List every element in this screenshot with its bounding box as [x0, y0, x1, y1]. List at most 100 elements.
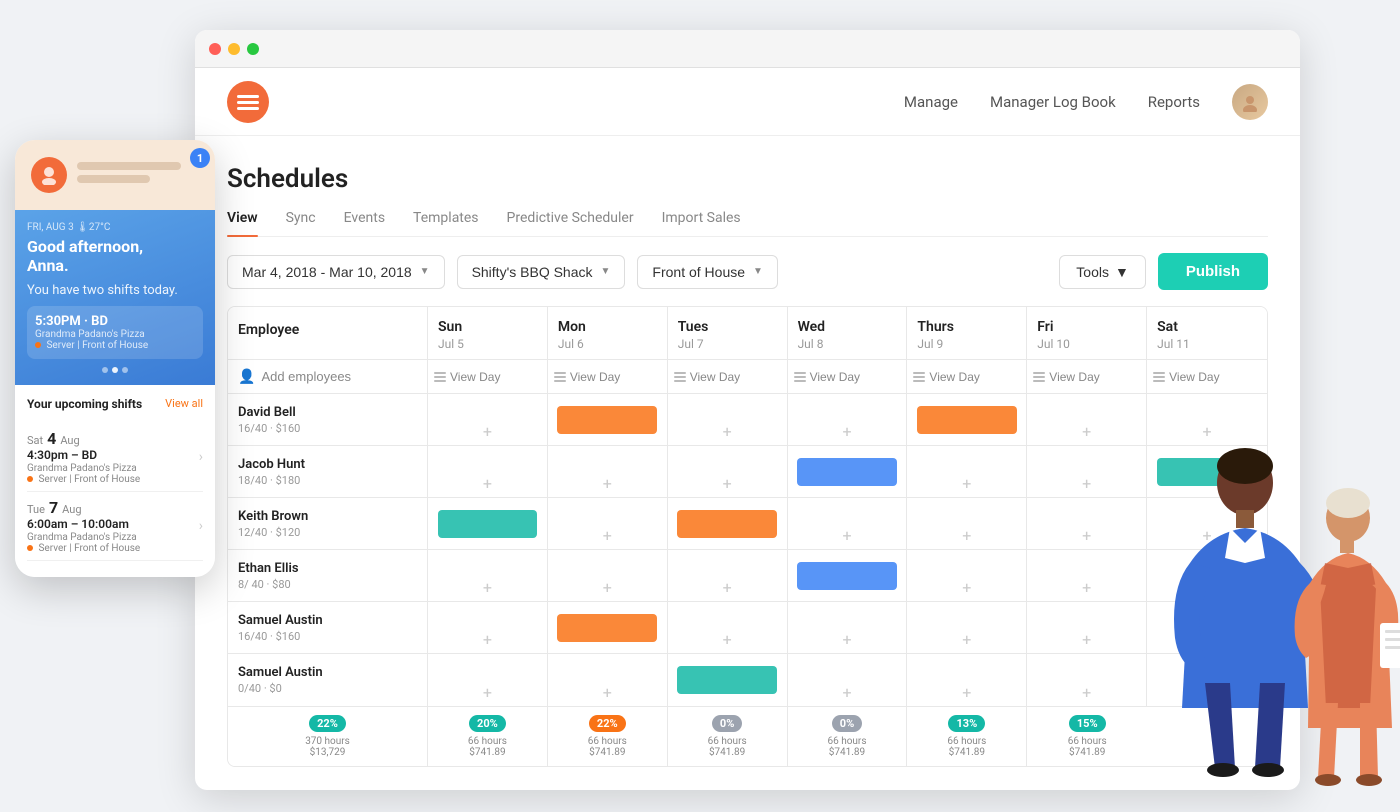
add-shift-plus[interactable]: + [842, 630, 851, 649]
shift-cell[interactable]: + [907, 446, 1027, 497]
shift-cell[interactable]: + [428, 446, 548, 497]
minimize-dot[interactable] [228, 43, 240, 55]
add-shift-plus[interactable]: + [1203, 422, 1212, 441]
add-shift-plus[interactable]: + [1082, 578, 1091, 597]
add-shift-plus[interactable]: + [1203, 683, 1212, 702]
nav-manage[interactable]: Manage [904, 93, 958, 111]
add-shift-plus[interactable]: + [962, 474, 971, 493]
shift-cell[interactable] [1147, 446, 1267, 497]
tab-sync[interactable]: Sync [286, 210, 316, 236]
view-day-button-mon[interactable]: View Day [554, 370, 620, 384]
shift-cell[interactable] [788, 446, 908, 497]
add-shift-plus[interactable]: + [723, 422, 732, 441]
shift-cell[interactable]: + [1147, 394, 1267, 445]
shift-cell[interactable] [668, 654, 788, 706]
shift-cell[interactable]: + [907, 550, 1027, 601]
view-day-button-fri[interactable]: View Day [1033, 370, 1099, 384]
view-day-button-sun[interactable]: View Day [434, 370, 500, 384]
shift-cell[interactable]: + [548, 654, 668, 706]
add-shift-plus[interactable]: + [1082, 422, 1091, 441]
shift-cell[interactable] [668, 498, 788, 549]
add-shift-plus[interactable]: + [842, 422, 851, 441]
add-shift-plus[interactable]: + [1082, 630, 1091, 649]
avatar[interactable] [1232, 84, 1268, 120]
shift-cell[interactable]: + [548, 498, 668, 549]
shift-cell[interactable]: + [788, 394, 908, 445]
shift-cell[interactable] [788, 550, 908, 601]
add-shift-plus[interactable]: + [603, 526, 612, 545]
nav-reports[interactable]: Reports [1148, 93, 1200, 111]
tab-events[interactable]: Events [344, 210, 385, 236]
shift-cell[interactable]: + [788, 498, 908, 549]
shift-cell[interactable]: + [668, 446, 788, 497]
shift-cell[interactable]: + [1027, 394, 1147, 445]
add-shift-plus[interactable]: + [483, 578, 492, 597]
maximize-dot[interactable] [247, 43, 259, 55]
shift-cell[interactable]: + [1027, 550, 1147, 601]
shift-cell[interactable]: + [548, 446, 668, 497]
shift-cell[interactable]: + [1147, 550, 1267, 601]
shift-cell[interactable]: + [1027, 654, 1147, 706]
add-shift-plus[interactable]: + [962, 683, 971, 702]
shift-cell[interactable]: + [1147, 498, 1267, 549]
tab-view[interactable]: View [227, 210, 258, 236]
nav-manager-log-book[interactable]: Manager Log Book [990, 93, 1116, 111]
location-dropdown[interactable]: Shifty's BBQ Shack ▼ [457, 255, 626, 289]
view-all-link[interactable]: View all [165, 397, 203, 415]
view-day-button-wed[interactable]: View Day [794, 370, 860, 384]
add-shift-plus[interactable]: + [483, 474, 492, 493]
shift-cell[interactable]: + [1027, 602, 1147, 653]
shift-cell[interactable]: + [907, 498, 1027, 549]
shift-cell[interactable]: + [1147, 602, 1267, 653]
add-shift-plus[interactable]: + [1203, 630, 1212, 649]
shift-cell[interactable] [548, 602, 668, 653]
shift-cell[interactable]: + [907, 654, 1027, 706]
close-dot[interactable] [209, 43, 221, 55]
date-range-dropdown[interactable]: Mar 4, 2018 - Mar 10, 2018 ▼ [227, 255, 445, 289]
shift-cell[interactable] [907, 394, 1027, 445]
add-shift-plus[interactable]: + [723, 630, 732, 649]
add-shift-plus[interactable]: + [1082, 683, 1091, 702]
tab-import-sales[interactable]: Import Sales [662, 210, 741, 236]
view-day-button-thurs[interactable]: View Day [913, 370, 979, 384]
add-shift-plus[interactable]: + [603, 578, 612, 597]
add-shift-plus[interactable]: + [1082, 474, 1091, 493]
shift-cell[interactable]: + [1147, 654, 1267, 706]
add-shift-plus[interactable]: + [483, 683, 492, 702]
add-employees-button[interactable]: 👤 Add employees [238, 368, 351, 385]
tab-predictive-scheduler[interactable]: Predictive Scheduler [507, 210, 634, 236]
tools-button[interactable]: Tools ▼ [1059, 255, 1146, 289]
add-shift-plus[interactable]: + [1082, 526, 1091, 545]
shift-cell[interactable]: + [428, 394, 548, 445]
add-shift-plus[interactable]: + [962, 630, 971, 649]
view-day-button-tues[interactable]: View Day [674, 370, 740, 384]
shift-cell[interactable]: + [788, 602, 908, 653]
shift-cell[interactable]: + [668, 550, 788, 601]
add-shift-plus[interactable]: + [842, 526, 851, 545]
shift-cell[interactable]: + [1027, 498, 1147, 549]
shift-cell[interactable] [548, 394, 668, 445]
shift-cell[interactable]: + [548, 550, 668, 601]
add-shift-plus[interactable]: + [962, 526, 971, 545]
add-shift-plus[interactable]: + [603, 474, 612, 493]
tab-templates[interactable]: Templates [413, 210, 479, 236]
add-shift-plus[interactable]: + [723, 578, 732, 597]
add-shift-plus[interactable]: + [483, 422, 492, 441]
shift-cell[interactable]: + [428, 602, 548, 653]
view-day-button-sat[interactable]: View Day [1153, 370, 1219, 384]
shift-cell[interactable]: + [668, 602, 788, 653]
shift-cell[interactable]: + [1027, 446, 1147, 497]
publish-button[interactable]: Publish [1158, 253, 1268, 290]
shift-cell[interactable]: + [788, 654, 908, 706]
shift-cell[interactable]: + [428, 550, 548, 601]
add-shift-plus[interactable]: + [1203, 526, 1212, 545]
add-shift-plus[interactable]: + [962, 578, 971, 597]
add-shift-plus[interactable]: + [1203, 578, 1212, 597]
shift-cell[interactable]: + [907, 602, 1027, 653]
add-shift-plus[interactable]: + [483, 630, 492, 649]
add-shift-plus[interactable]: + [723, 474, 732, 493]
shift-cell[interactable]: + [668, 394, 788, 445]
department-dropdown[interactable]: Front of House ▼ [637, 255, 778, 289]
shift-cell[interactable]: + [428, 654, 548, 706]
shift-cell[interactable] [428, 498, 548, 549]
